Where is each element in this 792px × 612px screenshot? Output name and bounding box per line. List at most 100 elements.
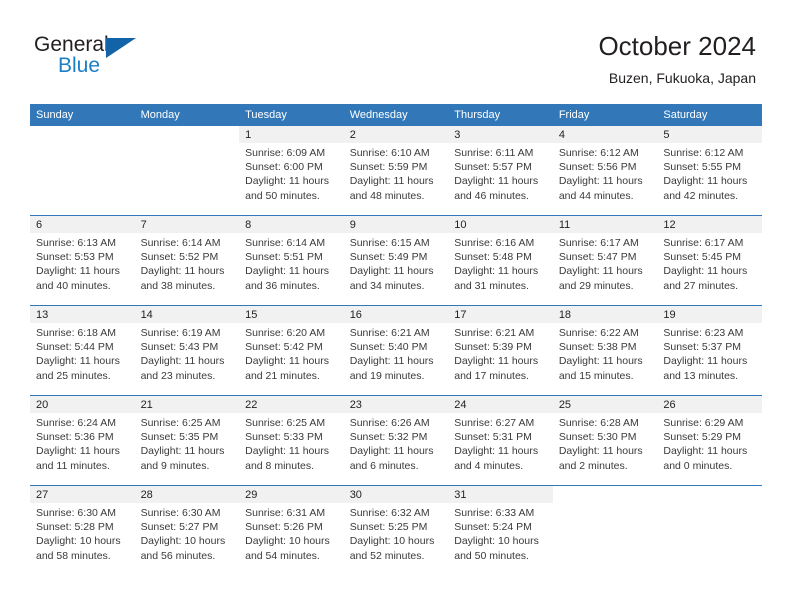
calendar-cell[interactable]: 10 Sunrise: 6:16 AM Sunset: 5:48 PM Dayligh… (448, 215, 553, 306)
daylight-text: Daylight: 11 hours and 25 minutes. (36, 355, 120, 382)
day-number: 28 (134, 486, 240, 503)
daylight-text: Daylight: 11 hours and 42 minutes. (663, 175, 748, 202)
calendar-week-row: 6 Sunrise: 6:13 AM Sunset: 5:53 PM Daylight… (30, 215, 762, 306)
calendar-day-cell[interactable]: 5 Sunrise: 6:12 AM Sunset: 5:55 PM Daylight… (657, 126, 762, 215)
daylight-text: Daylight: 10 hours and 58 minutes. (36, 535, 121, 562)
calendar-day-cell[interactable]: 25 Sunrise: 6:28 AM Sunset: 5:30 PM Dayligh… (552, 396, 658, 485)
brand-logo[interactable]: General Blue (34, 34, 214, 90)
calendar-cell[interactable]: 26 Sunrise: 6:29 AM Sunset: 5:29 PM Dayligh… (657, 395, 762, 486)
calendar-day-cell[interactable]: 30 Sunrise: 6:32 AM Sunset: 5:25 PM Dayligh… (343, 486, 449, 575)
calendar-week-row: 1 Sunrise: 6:09 AM Sunset: 6:00 PM Daylight… (30, 126, 762, 216)
calendar-day-cell[interactable]: 18 Sunrise: 6:22 AM Sunset: 5:38 PM Dayligh… (552, 306, 658, 395)
calendar-day-cell[interactable]: 29 Sunrise: 6:31 AM Sunset: 5:26 PM Dayligh… (239, 486, 344, 575)
calendar-day-cell[interactable]: 8 Sunrise: 6:14 AM Sunset: 5:51 PM Daylight… (239, 216, 344, 305)
calendar-day-cell[interactable]: 11 Sunrise: 6:17 AM Sunset: 5:47 PM Dayligh… (552, 216, 658, 305)
calendar-cell[interactable]: 18 Sunrise: 6:22 AM Sunset: 5:38 PM Dayligh… (552, 305, 658, 396)
page-subtitle: Buzen, Fukuoka, Japan (608, 70, 756, 86)
sun-info: Sunrise: 6:24 AM Sunset: 5:36 PM Daylight:… (30, 413, 135, 473)
calendar-day-cell[interactable]: 1 Sunrise: 6:09 AM Sunset: 6:00 PM Daylight… (239, 126, 344, 215)
sunset-text: Sunset: 5:30 PM (558, 431, 637, 444)
calendar-cell[interactable]: 8 Sunrise: 6:14 AM Sunset: 5:51 PM Daylight… (239, 215, 344, 306)
daylight-text: Daylight: 11 hours and 17 minutes. (454, 355, 539, 382)
calendar-cell[interactable]: 1 Sunrise: 6:09 AM Sunset: 6:00 PM Daylight… (239, 126, 344, 216)
calendar-cell[interactable]: 7 Sunrise: 6:14 AM Sunset: 5:52 PM Daylight… (134, 215, 240, 306)
calendar-cell[interactable]: 31 Sunrise: 6:33 AM Sunset: 5:24 PM Dayligh… (448, 485, 553, 575)
sun-info: Sunrise: 6:25 AM Sunset: 5:33 PM Daylight:… (239, 413, 344, 473)
calendar-day-cell[interactable]: 23 Sunrise: 6:26 AM Sunset: 5:32 PM Dayligh… (343, 396, 449, 485)
calendar-cell[interactable]: 24 Sunrise: 6:27 AM Sunset: 5:31 PM Dayligh… (448, 395, 553, 486)
calendar-day-cell[interactable]: 28 Sunrise: 6:30 AM Sunset: 5:27 PM Dayligh… (134, 486, 240, 575)
calendar-day-cell[interactable]: 12 Sunrise: 6:17 AM Sunset: 5:45 PM Dayligh… (657, 216, 762, 305)
calendar-cell[interactable]: 2 Sunrise: 6:10 AM Sunset: 5:59 PM Daylight… (343, 126, 449, 216)
calendar-day-cell[interactable]: 15 Sunrise: 6:20 AM Sunset: 5:42 PM Dayligh… (239, 306, 344, 395)
calendar-cell[interactable] (134, 126, 240, 216)
calendar-cell[interactable]: 13 Sunrise: 6:18 AM Sunset: 5:44 PM Dayligh… (30, 305, 135, 396)
calendar-cell[interactable] (657, 485, 762, 575)
calendar-cell[interactable]: 23 Sunrise: 6:26 AM Sunset: 5:32 PM Dayligh… (343, 395, 449, 486)
calendar-cell[interactable]: 15 Sunrise: 6:20 AM Sunset: 5:42 PM Dayligh… (239, 305, 344, 396)
calendar-day-cell[interactable]: 31 Sunrise: 6:33 AM Sunset: 5:24 PM Dayligh… (448, 486, 553, 575)
calendar-cell[interactable]: 20 Sunrise: 6:24 AM Sunset: 5:36 PM Dayligh… (30, 395, 135, 486)
calendar-cell[interactable] (552, 485, 658, 575)
calendar-day-cell[interactable]: 2 Sunrise: 6:10 AM Sunset: 5:59 PM Daylight… (343, 126, 449, 215)
sunset-text: Sunset: 5:53 PM (36, 251, 114, 264)
sunrise-text: Sunrise: 6:31 AM (245, 507, 326, 519)
calendar-cell[interactable]: 5 Sunrise: 6:12 AM Sunset: 5:55 PM Daylight… (657, 126, 762, 216)
sunrise-text: Sunrise: 6:33 AM (454, 507, 535, 519)
calendar-page: General Blue October 2024 Buzen, Fukuoka… (0, 0, 792, 612)
calendar-cell[interactable]: 19 Sunrise: 6:23 AM Sunset: 5:37 PM Dayligh… (657, 305, 762, 396)
calendar-cell[interactable]: 25 Sunrise: 6:28 AM Sunset: 5:30 PM Dayligh… (552, 395, 658, 486)
weekday-header-saturday: Saturday (657, 104, 762, 126)
calendar-day-cell[interactable]: 20 Sunrise: 6:24 AM Sunset: 5:36 PM Dayligh… (30, 396, 135, 485)
calendar-cell[interactable]: 6 Sunrise: 6:13 AM Sunset: 5:53 PM Daylight… (30, 215, 135, 306)
calendar-cell[interactable]: 27 Sunrise: 6:30 AM Sunset: 5:28 PM Dayligh… (30, 485, 135, 575)
calendar-day-cell[interactable]: 27 Sunrise: 6:30 AM Sunset: 5:28 PM Dayligh… (30, 486, 135, 575)
calendar-cell[interactable]: 16 Sunrise: 6:21 AM Sunset: 5:40 PM Dayligh… (343, 305, 449, 396)
sunrise-text: Sunrise: 6:25 AM (140, 417, 221, 429)
calendar-day-cell[interactable]: 17 Sunrise: 6:21 AM Sunset: 5:39 PM Dayligh… (448, 306, 553, 395)
sun-info: Sunrise: 6:10 AM Sunset: 5:59 PM Daylight:… (344, 143, 449, 203)
calendar-cell[interactable]: 9 Sunrise: 6:15 AM Sunset: 5:49 PM Daylight… (343, 215, 449, 306)
day-number: 22 (239, 396, 344, 413)
calendar-cell[interactable]: 3 Sunrise: 6:11 AM Sunset: 5:57 PM Daylight… (448, 126, 553, 216)
calendar-cell[interactable]: 17 Sunrise: 6:21 AM Sunset: 5:39 PM Dayligh… (448, 305, 553, 396)
calendar-day-cell[interactable]: 7 Sunrise: 6:14 AM Sunset: 5:52 PM Daylight… (134, 216, 240, 305)
sunrise-text: Sunrise: 6:20 AM (245, 327, 326, 339)
daylight-text: Daylight: 11 hours and 11 minutes. (36, 445, 120, 472)
calendar-day-cell[interactable]: 9 Sunrise: 6:15 AM Sunset: 5:49 PM Daylight… (343, 216, 449, 305)
calendar-cell[interactable]: 11 Sunrise: 6:17 AM Sunset: 5:47 PM Dayligh… (552, 215, 658, 306)
calendar-day-cell[interactable]: 10 Sunrise: 6:16 AM Sunset: 5:48 PM Dayligh… (448, 216, 553, 305)
calendar-cell[interactable]: 29 Sunrise: 6:31 AM Sunset: 5:26 PM Dayligh… (239, 485, 344, 575)
calendar-day-cell[interactable]: 16 Sunrise: 6:21 AM Sunset: 5:40 PM Dayligh… (343, 306, 449, 395)
calendar-day-cell[interactable]: 26 Sunrise: 6:29 AM Sunset: 5:29 PM Dayligh… (657, 396, 762, 485)
calendar-day-cell[interactable]: 13 Sunrise: 6:18 AM Sunset: 5:44 PM Dayligh… (30, 306, 135, 395)
sunrise-text: Sunrise: 6:09 AM (245, 147, 326, 159)
calendar-cell[interactable]: 22 Sunrise: 6:25 AM Sunset: 5:33 PM Dayligh… (239, 395, 344, 486)
calendar-cell[interactable] (30, 126, 135, 216)
calendar-day-cell[interactable]: 4 Sunrise: 6:12 AM Sunset: 5:56 PM Daylight… (552, 126, 658, 215)
daylight-text: Daylight: 11 hours and 48 minutes. (349, 175, 434, 202)
calendar-cell[interactable]: 14 Sunrise: 6:19 AM Sunset: 5:43 PM Dayligh… (134, 305, 240, 396)
sunrise-text: Sunrise: 6:12 AM (558, 147, 639, 159)
calendar-cell[interactable]: 21 Sunrise: 6:25 AM Sunset: 5:35 PM Dayligh… (134, 395, 240, 486)
day-number (30, 126, 135, 143)
calendar-cell[interactable]: 30 Sunrise: 6:32 AM Sunset: 5:25 PM Dayligh… (343, 485, 449, 575)
calendar-day-cell[interactable]: 14 Sunrise: 6:19 AM Sunset: 5:43 PM Dayligh… (134, 306, 240, 395)
calendar-day-cell[interactable]: 24 Sunrise: 6:27 AM Sunset: 5:31 PM Dayligh… (448, 396, 553, 485)
calendar-cell[interactable]: 12 Sunrise: 6:17 AM Sunset: 5:45 PM Dayligh… (657, 215, 762, 306)
calendar-cell[interactable]: 28 Sunrise: 6:30 AM Sunset: 5:27 PM Dayligh… (134, 485, 240, 575)
sunset-text: Sunset: 5:56 PM (558, 161, 637, 174)
calendar-day-cell[interactable]: 22 Sunrise: 6:25 AM Sunset: 5:33 PM Dayligh… (239, 396, 344, 485)
daylight-text: Daylight: 10 hours and 56 minutes. (140, 535, 226, 562)
sunrise-text: Sunrise: 6:24 AM (36, 417, 116, 429)
sunrise-text: Sunrise: 6:30 AM (140, 507, 221, 519)
day-number: 23 (343, 396, 449, 413)
calendar-day-cell[interactable]: 19 Sunrise: 6:23 AM Sunset: 5:37 PM Dayligh… (657, 306, 762, 395)
calendar-day-cell[interactable]: 21 Sunrise: 6:25 AM Sunset: 5:35 PM Dayligh… (134, 396, 240, 485)
daylight-text: Daylight: 11 hours and 34 minutes. (349, 265, 434, 292)
sunrise-text: Sunrise: 6:23 AM (663, 327, 744, 339)
sunrise-text: Sunrise: 6:16 AM (454, 237, 535, 249)
calendar-day-cell[interactable]: 6 Sunrise: 6:13 AM Sunset: 5:53 PM Daylight… (30, 216, 135, 305)
calendar-cell[interactable]: 4 Sunrise: 6:12 AM Sunset: 5:56 PM Daylight… (552, 126, 658, 216)
calendar-day-cell[interactable]: 3 Sunrise: 6:11 AM Sunset: 5:57 PM Daylight… (448, 126, 553, 215)
